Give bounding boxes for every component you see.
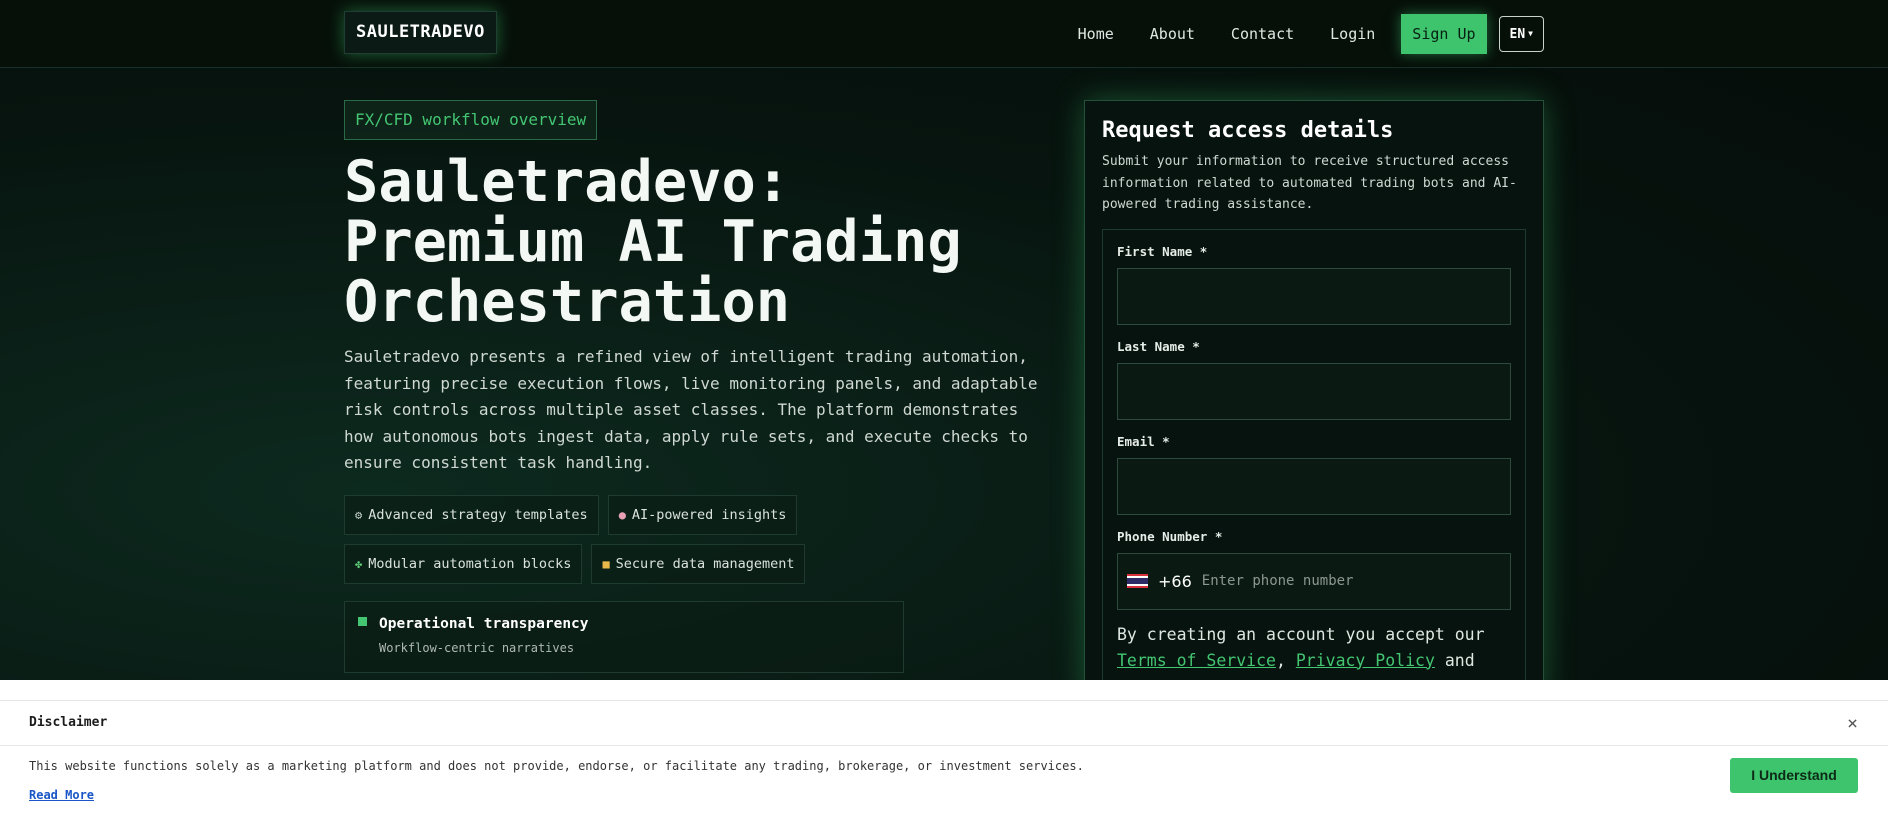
last-name-input[interactable] <box>1117 362 1511 420</box>
phone-label: Phone Number * <box>1117 528 1223 544</box>
nav-login-link[interactable]: Login <box>1330 25 1375 43</box>
disclaimer-banner: Disclaimer × This website functions sole… <box>0 700 1888 818</box>
feature-label: AI-powered insights <box>631 506 787 523</box>
site-logo[interactable]: SAULETRADEVO <box>344 11 497 54</box>
feature-ai-insights: ● AI-powered insights <box>607 494 798 535</box>
request-access-form: Request access details Submit your infor… <box>1084 100 1544 729</box>
main-nav: Home About Contact Login Sign Up EN ▼ <box>1078 14 1544 54</box>
gear-icon: ⚙ <box>355 507 363 522</box>
terms-separator: , <box>1275 650 1286 670</box>
first-name-input[interactable] <box>1117 267 1511 325</box>
banner-divider <box>0 745 1888 746</box>
form-description: Submit your information to receive struc… <box>1102 154 1517 212</box>
square-bullet-icon <box>358 616 367 626</box>
feature-label: Secure data management <box>615 555 795 572</box>
feature-secure-data: ■ Secure data management <box>591 543 806 584</box>
email-input[interactable] <box>1117 457 1511 515</box>
terms-of-service-link[interactable]: Terms of Service <box>1117 651 1276 670</box>
phone-field[interactable]: +66 <box>1117 552 1511 610</box>
top-navigation-bar: SAULETRADEVO Home About Contact Login Si… <box>0 0 1888 68</box>
feature-label: Modular automation blocks <box>368 555 572 572</box>
language-selector[interactable]: EN ▼ <box>1498 16 1544 52</box>
nav-home-link[interactable]: Home <box>1078 25 1114 43</box>
read-more-link[interactable]: Read More <box>29 788 94 802</box>
panel-subtitle: Workflow-centric narratives <box>379 640 575 655</box>
phone-input[interactable] <box>1201 573 1501 589</box>
feature-automation-blocks: ✤ Modular automation blocks <box>344 543 583 584</box>
sign-up-button[interactable]: Sign Up <box>1401 14 1487 54</box>
terms-text: By creating an account you accept our Te… <box>1117 622 1511 674</box>
privacy-policy-link[interactable]: Privacy Policy <box>1296 651 1435 670</box>
disclaimer-title: Disclaimer <box>29 715 108 730</box>
feature-list: ⚙ Advanced strategy templates ● AI-powered… <box>344 494 1044 584</box>
last-name-label: Last Name * <box>1117 338 1200 354</box>
terms-prefix: By creating an account you accept our <box>1117 624 1485 644</box>
i-understand-button[interactable]: I Understand <box>1730 758 1858 793</box>
brain-icon: ● <box>618 507 626 522</box>
form-title: Request access details <box>1102 118 1394 143</box>
operational-transparency-panel: Operational transparency Workflow-centri… <box>344 600 904 673</box>
language-label: EN <box>1509 27 1526 42</box>
hero-title: Sauletradevo: Premium AI Trading Orchest… <box>344 149 962 335</box>
hero-section: FX/CFD workflow overview Sauletradevo: P… <box>344 100 1044 673</box>
terms-suffix: and <box>1444 650 1475 670</box>
banner-overlap-strip <box>0 680 1888 702</box>
phone-country-code[interactable]: +66 <box>1158 572 1192 591</box>
hero-description: Sauletradevo presents a refined view of … <box>344 347 1038 472</box>
email-label: Email * <box>1117 433 1170 449</box>
disclaimer-text: This website functions solely as a marke… <box>29 759 1084 773</box>
close-icon[interactable]: × <box>1847 713 1858 734</box>
thailand-flag-icon[interactable] <box>1127 574 1148 588</box>
lock-icon: ■ <box>602 556 610 571</box>
puzzle-icon: ✤ <box>355 556 363 571</box>
feature-strategy-templates: ⚙ Advanced strategy templates <box>344 494 599 535</box>
hero-tag: FX/CFD workflow overview <box>344 100 598 140</box>
panel-title: Operational transparency <box>379 615 589 632</box>
nav-about-link[interactable]: About <box>1150 25 1195 43</box>
caret-down-icon: ▼ <box>1528 29 1533 38</box>
form-fields: First Name * Last Name * Email * Phone N… <box>1102 228 1526 729</box>
first-name-label: First Name * <box>1117 243 1208 259</box>
feature-label: Advanced strategy templates <box>368 506 588 523</box>
nav-contact-link[interactable]: Contact <box>1231 25 1294 43</box>
